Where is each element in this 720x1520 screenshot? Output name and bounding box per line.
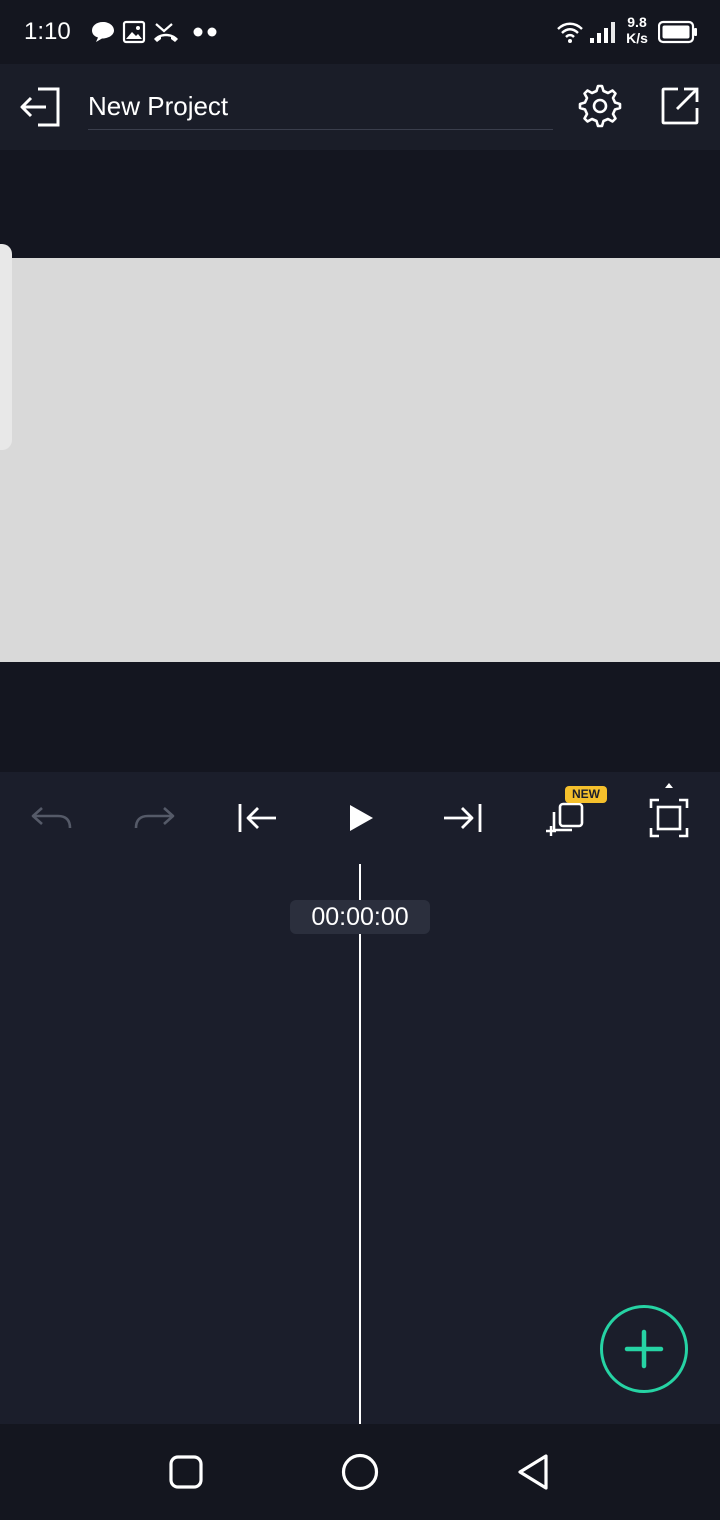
add-media-button[interactable] bbox=[600, 1305, 688, 1393]
playhead[interactable] bbox=[359, 864, 361, 1424]
network-speed-unit: K/s bbox=[626, 30, 648, 46]
network-speed: 9.8 K/s bbox=[622, 14, 652, 46]
new-badge: NEW bbox=[565, 786, 607, 803]
timecode: 00:00:00 bbox=[290, 900, 430, 934]
chat-bubble-icon bbox=[92, 22, 114, 42]
skip-to-start-icon[interactable] bbox=[236, 800, 278, 836]
video-canvas[interactable] bbox=[0, 258, 720, 662]
exit-icon[interactable] bbox=[18, 86, 62, 128]
image-icon bbox=[122, 20, 146, 44]
more-dots-icon bbox=[193, 27, 217, 37]
network-speed-value: 9.8 bbox=[627, 14, 647, 30]
redo-icon[interactable] bbox=[132, 802, 176, 834]
signal-icon bbox=[590, 22, 615, 43]
wifi-icon bbox=[557, 22, 583, 43]
fullscreen-icon[interactable] bbox=[648, 780, 690, 838]
project-name[interactable]: New Project bbox=[88, 88, 553, 130]
recent-apps-icon[interactable] bbox=[168, 1454, 204, 1490]
plus-icon bbox=[624, 1329, 664, 1369]
skip-to-end-icon[interactable] bbox=[442, 800, 484, 836]
side-drawer-handle[interactable] bbox=[0, 244, 12, 450]
status-time: 1:10 bbox=[24, 18, 71, 45]
export-icon[interactable] bbox=[660, 86, 700, 126]
missed-call-icon bbox=[154, 23, 178, 42]
undo-icon[interactable] bbox=[30, 802, 74, 834]
settings-icon[interactable] bbox=[578, 84, 622, 128]
play-icon[interactable] bbox=[346, 802, 376, 834]
home-icon[interactable] bbox=[340, 1452, 380, 1492]
back-icon[interactable] bbox=[514, 1452, 554, 1492]
add-overlay-icon[interactable] bbox=[544, 800, 588, 840]
battery-icon bbox=[658, 20, 697, 44]
